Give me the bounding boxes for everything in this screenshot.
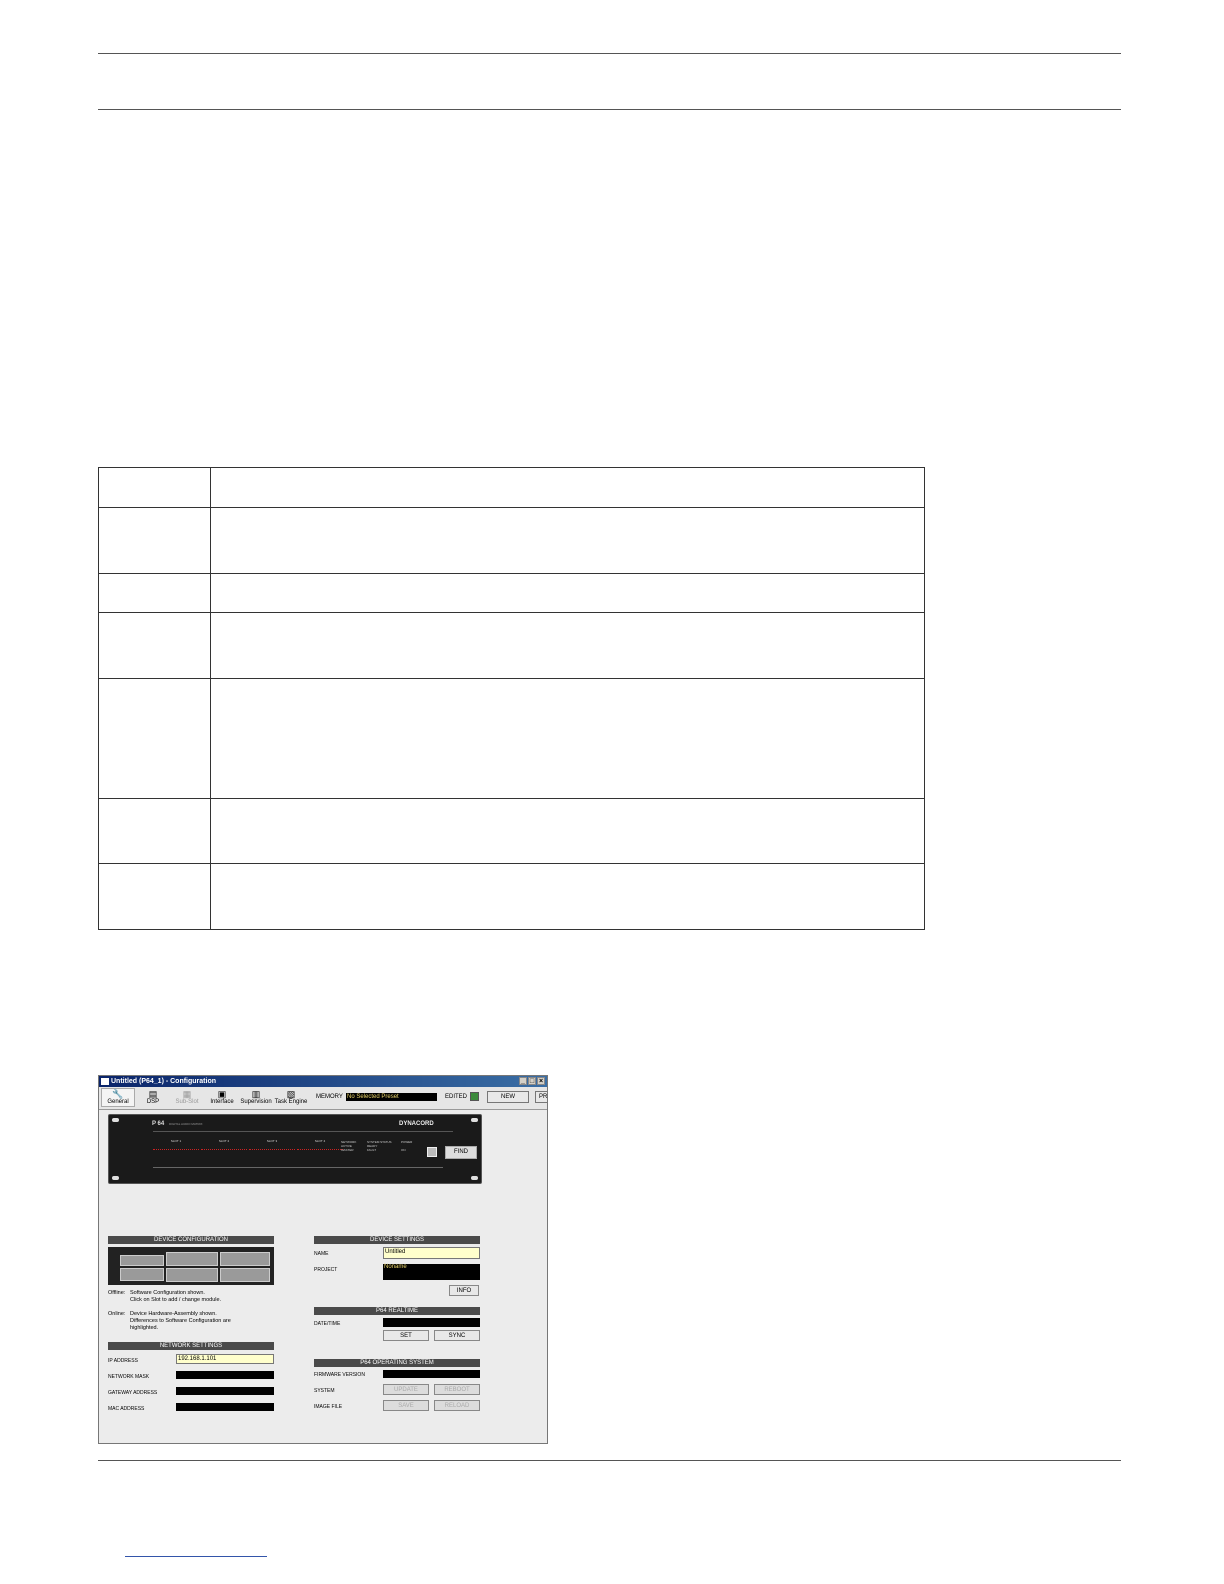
ip-address-label: IP ADDRESS [108, 1358, 138, 1364]
offline-note-label: Offline: [108, 1290, 126, 1296]
minimize-icon[interactable]: _ [519, 1077, 527, 1085]
table-row [98, 573, 925, 613]
general-panel: P 64 DIGITAL AUDIO MATRIX DYNACORD SLOT … [99, 1110, 547, 1443]
screw-icon [471, 1176, 478, 1180]
slot-meter: SLOT 2 [201, 1139, 247, 1150]
system-label: SYSTEM [314, 1388, 335, 1394]
slot-button[interactable] [120, 1268, 164, 1281]
datetime-label: DATE/TIME [314, 1321, 341, 1327]
mac-address-label: MAC ADDRESS [108, 1406, 145, 1412]
slot-meter: SLOT 3 [249, 1139, 295, 1150]
power-status: POWER ON [401, 1140, 413, 1152]
offline-note-text: Software Configuration shown. Click on S… [130, 1290, 222, 1303]
table-row [98, 678, 925, 799]
ip-address-field[interactable]: 192.168.1.101 [176, 1354, 274, 1364]
window-title: Untitled (P64_1) - Configuration [111, 1078, 216, 1085]
slot-configuration-panel [108, 1247, 274, 1285]
panel-base-line [153, 1167, 443, 1168]
gateway-address-label: GATEWAY ADDRESS [108, 1390, 158, 1396]
tab-interface[interactable]: ▣ Interface [205, 1089, 239, 1105]
device-model: P 64 [152, 1121, 165, 1127]
dsp-icon: ▤ [148, 1089, 158, 1099]
memory-label: MEMORY [316, 1094, 343, 1100]
reload-button[interactable]: RELOAD [434, 1400, 480, 1411]
image-file-label: IMAGE FILE [314, 1404, 343, 1410]
network-mask-label: NETWORK MASK [108, 1374, 150, 1380]
update-button[interactable]: UPDATE [383, 1384, 429, 1395]
info-button[interactable]: INFO [449, 1285, 479, 1296]
slot-icon: ▦ [182, 1089, 192, 1099]
table-row [98, 612, 925, 679]
slot-meter: SLOT 4 [297, 1139, 343, 1150]
new-button[interactable]: NEW [487, 1091, 529, 1103]
memory-preset-field[interactable]: No Selected Preset [346, 1093, 437, 1101]
edited-indicator [470, 1092, 479, 1101]
supervision-icon: ▥ [251, 1089, 261, 1099]
reboot-button[interactable]: REBOOT [434, 1384, 480, 1395]
slot-button[interactable] [166, 1252, 218, 1266]
operating-system-header: P64 OPERATING SYSTEM [314, 1359, 480, 1367]
brand-logo: DYNACORD [399, 1121, 434, 1127]
maximize-icon[interactable]: □ [528, 1077, 536, 1085]
online-note-text: Device Hardware-Assembly shown. Differen… [130, 1311, 231, 1331]
firmware-version-field [383, 1370, 480, 1378]
slot-button[interactable] [120, 1255, 164, 1266]
panel-divider [153, 1131, 453, 1132]
gateway-address-field[interactable] [176, 1387, 274, 1395]
preset-button[interactable]: PR [535, 1091, 547, 1103]
tab-sub-slot[interactable]: ▦ Sub-Slot [170, 1089, 204, 1105]
find-led-icon [427, 1147, 437, 1157]
footer-link-underline[interactable] [125, 1556, 267, 1557]
network-mask-field[interactable] [176, 1371, 274, 1379]
toolbar: 🔧 General ▤ DSP ▦ Sub-Slot ▣ Interface ▥… [99, 1087, 547, 1110]
window-icon [101, 1078, 109, 1085]
slot-button[interactable] [220, 1268, 270, 1282]
device-settings-header: DEVICE SETTINGS [314, 1236, 480, 1244]
online-note-label: Online: [108, 1311, 126, 1317]
slot-meter: SLOT 1 [153, 1139, 199, 1150]
table-row [98, 467, 925, 508]
parameter-table [98, 467, 925, 930]
name-label: NAME [314, 1251, 329, 1257]
realtime-header: P64 REALTIME [314, 1307, 480, 1315]
wrench-icon: 🔧 [112, 1089, 124, 1099]
sync-button[interactable]: SYNC [434, 1330, 480, 1341]
slot-button[interactable] [220, 1252, 270, 1266]
project-field[interactable]: Noname [383, 1264, 480, 1280]
device-subtitle: DIGITAL AUDIO MATRIX [169, 1122, 203, 1126]
table-row [98, 507, 925, 574]
find-button[interactable]: FIND [445, 1146, 477, 1159]
screw-icon [112, 1176, 119, 1180]
save-button[interactable]: SAVE [383, 1400, 429, 1411]
datetime-field [383, 1318, 480, 1327]
footer-rule [98, 1460, 1121, 1461]
network-status: NETWORK ACTIVE MASTER [341, 1140, 357, 1152]
device-configuration-header: DEVICE CONFIGURATION [108, 1236, 274, 1244]
set-button[interactable]: SET [383, 1330, 429, 1341]
interface-icon: ▣ [217, 1089, 227, 1099]
header-rule-top [98, 53, 1121, 54]
close-icon[interactable]: × [537, 1077, 545, 1085]
tab-supervision[interactable]: ▥ Supervision [239, 1089, 273, 1105]
tab-dsp[interactable]: ▤ DSP [136, 1089, 170, 1105]
screw-icon [112, 1118, 119, 1122]
slot-button[interactable] [166, 1268, 218, 1282]
configuration-window: Untitled (P64_1) - Configuration _ □ × 🔧… [98, 1075, 548, 1444]
tab-task-engine[interactable]: ▧ Task Engine [274, 1089, 308, 1105]
header-rule-bottom [98, 109, 1121, 110]
tab-general[interactable]: 🔧 General [101, 1088, 135, 1107]
screw-icon [471, 1118, 478, 1122]
table-row [98, 863, 925, 930]
window-titlebar[interactable]: Untitled (P64_1) - Configuration _ □ × [99, 1076, 547, 1087]
firmware-version-label: FIRMWARE VERSION [314, 1372, 365, 1378]
device-front-panel: P 64 DIGITAL AUDIO MATRIX DYNACORD SLOT … [108, 1114, 482, 1184]
project-label: PROJECT [314, 1267, 338, 1273]
edited-label: EDITED [445, 1094, 468, 1100]
network-settings-header: NETWORK SETTINGS [108, 1342, 274, 1350]
system-status: SYSTEM STATUS READY FAULT [367, 1140, 392, 1152]
table-row [98, 798, 925, 864]
task-engine-icon: ▧ [286, 1089, 296, 1099]
mac-address-field [176, 1403, 274, 1411]
name-field[interactable]: Untitled [383, 1247, 480, 1259]
